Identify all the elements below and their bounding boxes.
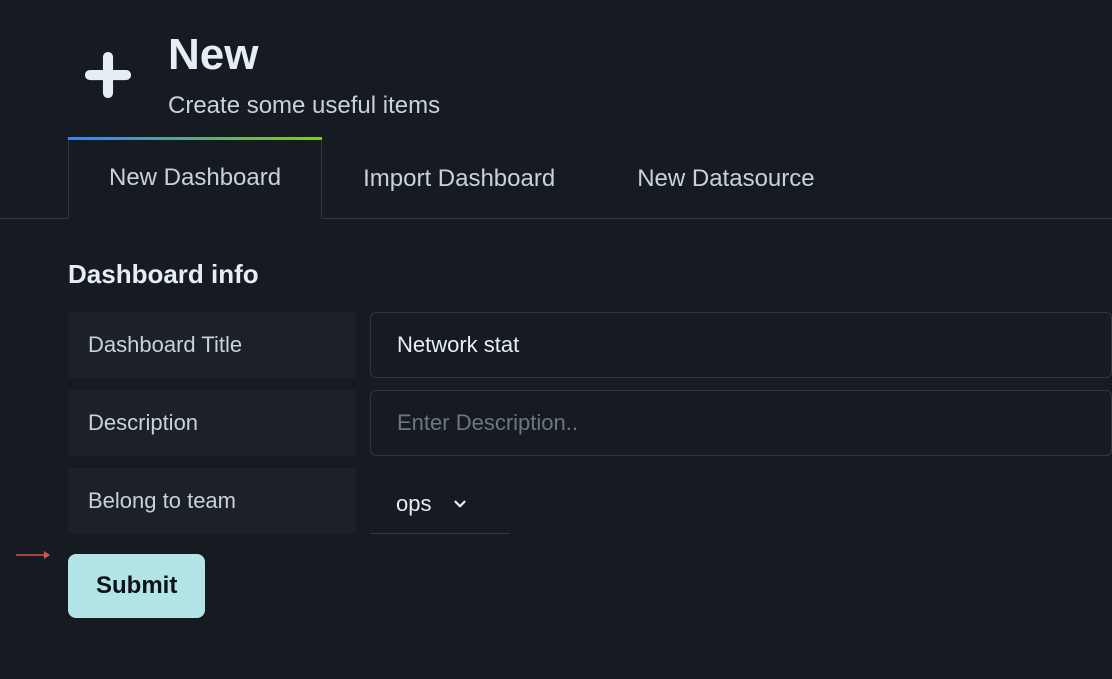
tabs: New Dashboard Import Dashboard New Datas… xyxy=(68,140,1112,218)
team-select-value: ops xyxy=(396,491,431,517)
header-text: New Create some useful items xyxy=(168,30,440,120)
page-title: New xyxy=(168,30,440,80)
page-subtitle: Create some useful items xyxy=(168,92,440,120)
form-row-description: Description xyxy=(68,390,1112,456)
description-input[interactable] xyxy=(370,390,1112,456)
form-row-team: Belong to team ops xyxy=(68,468,1112,534)
tab-new-datasource[interactable]: New Datasource xyxy=(596,140,855,218)
section-title: Dashboard info xyxy=(68,259,1112,290)
chevron-down-icon xyxy=(451,495,469,513)
title-input[interactable] xyxy=(370,312,1112,378)
team-label: Belong to team xyxy=(68,468,356,534)
tabs-container: New Dashboard Import Dashboard New Datas… xyxy=(0,140,1112,219)
form-row-title: Dashboard Title xyxy=(68,312,1112,378)
description-label: Description xyxy=(68,390,356,456)
page-header: New Create some useful items xyxy=(0,0,1112,140)
tab-import-dashboard[interactable]: Import Dashboard xyxy=(322,140,596,218)
team-select[interactable]: ops xyxy=(370,468,510,534)
content-area: Dashboard info Dashboard Title Descripti… xyxy=(0,219,1112,618)
tab-new-dashboard[interactable]: New Dashboard xyxy=(68,140,322,219)
plus-icon xyxy=(78,45,138,105)
arrow-annotation-icon xyxy=(14,548,50,566)
submit-button[interactable]: Submit xyxy=(68,554,205,618)
title-label: Dashboard Title xyxy=(68,312,356,378)
